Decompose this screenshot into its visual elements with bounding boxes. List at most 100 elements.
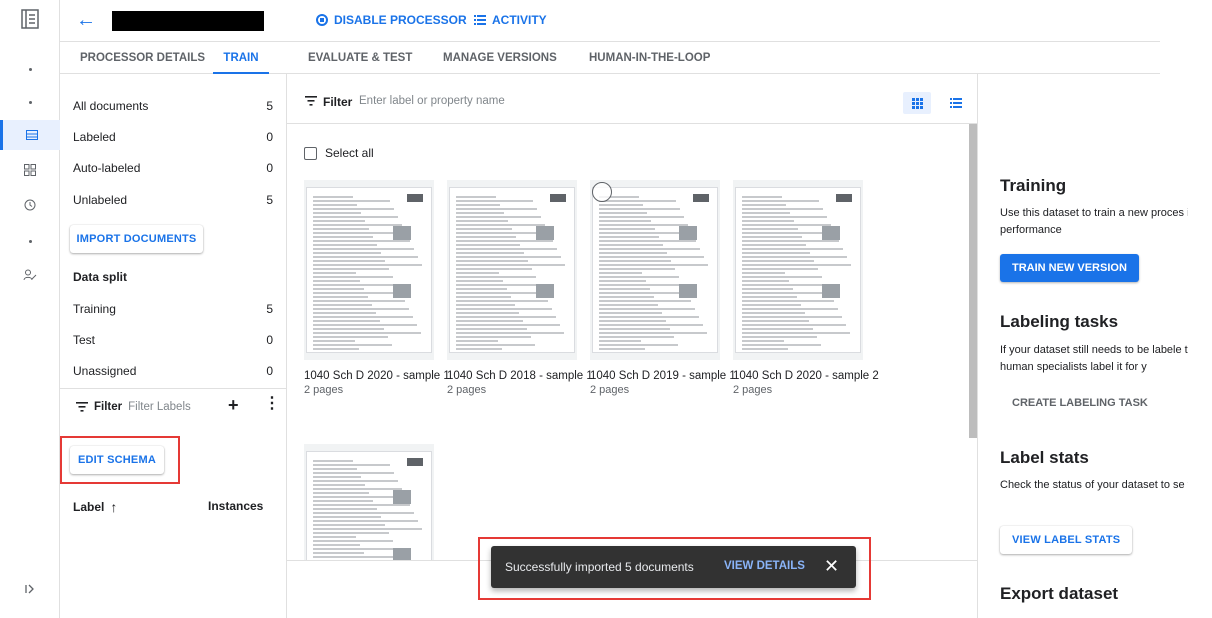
nav-dot-icon[interactable] — [0, 54, 60, 84]
add-label-icon[interactable]: + — [228, 395, 239, 416]
create-labeling-task-button[interactable]: CREATE LABELING TASK — [1000, 389, 1160, 417]
list-view-icon — [950, 98, 962, 108]
document-card[interactable]: 1040 Sch D 2020 - sample 1 2 pages — [304, 180, 450, 396]
tab-manage-versions[interactable]: MANAGE VERSIONS — [443, 42, 557, 74]
split-label: Unassigned — [73, 364, 137, 378]
document-thumbnail[interactable] — [304, 444, 434, 560]
tab-evaluate-test[interactable]: EVALUATE & TEST — [308, 42, 412, 74]
filter-label: Unlabeled — [73, 193, 128, 207]
filter-label: Filter — [94, 401, 123, 413]
document-card[interactable]: 1040 Sch D 2018 - sample 1 2 pages — [447, 180, 593, 396]
filter-label: Labeled — [73, 130, 116, 144]
tax-form-preview — [592, 187, 718, 353]
split-label: Training — [73, 302, 116, 316]
document-filter-bar: Filter — [287, 74, 977, 124]
select-all-row[interactable]: Select all — [304, 146, 374, 160]
document-filter-input[interactable] — [359, 90, 659, 112]
filter-icon — [305, 96, 317, 106]
document-card[interactable] — [304, 444, 436, 560]
nav-grid-icon[interactable] — [0, 155, 60, 185]
document-name: 1040 Sch D 2020 - sample 1 — [304, 370, 450, 382]
document-card[interactable]: 1040 Sch D 2020 - sample 2 2 pages — [733, 180, 879, 396]
filter-unlabeled[interactable]: Unlabeled 5 — [73, 190, 273, 210]
data-split-title: Data split — [73, 267, 273, 287]
expand-rail-icon[interactable] — [0, 574, 60, 604]
filter-labeled[interactable]: Labeled 0 — [73, 127, 273, 147]
document-name: 1040 Sch D 2018 - sample 1 — [447, 370, 593, 382]
snackbar-message: Successfully imported 5 documents — [505, 560, 694, 574]
redacted-processor-name — [112, 11, 264, 31]
filter-count: 0 — [266, 130, 273, 144]
view-label-stats-button[interactable]: VIEW LABEL STATS — [1000, 526, 1133, 554]
more-vert-icon[interactable]: ⋮ — [264, 396, 280, 412]
filter-label: All documents — [73, 99, 149, 113]
document-thumbnail[interactable] — [447, 180, 577, 360]
filter-label: Filter — [323, 95, 353, 109]
document-name: 1040 Sch D 2020 - sample 2 — [733, 370, 879, 382]
split-count: 5 — [266, 302, 273, 316]
training-description: Use this dataset to train a new proces i… — [1000, 207, 1188, 236]
document-pages: 2 pages — [590, 384, 630, 396]
split-unassigned[interactable]: Unassigned 0 — [73, 361, 273, 381]
export-dataset-heading: Export dataset — [1000, 584, 1119, 603]
actions-panel: Training Use this dataset to train a new… — [977, 74, 1188, 618]
label-filter-row: Filter Filter Labels + ⋮ — [76, 395, 280, 415]
document-pages: 2 pages — [304, 384, 344, 396]
select-circle-icon[interactable] — [592, 182, 612, 202]
label-filter-input[interactable]: Filter Labels — [128, 401, 191, 413]
close-icon[interactable]: ✕ — [824, 556, 839, 576]
document-pages: 2 pages — [447, 384, 487, 396]
list-view-toggle[interactable] — [942, 92, 970, 114]
tab-processor-details[interactable]: PROCESSOR DETAILS — [80, 42, 205, 74]
select-all-checkbox[interactable] — [304, 146, 317, 160]
tax-form-preview — [735, 187, 861, 353]
filter-count: 0 — [266, 161, 273, 175]
edit-schema-button[interactable]: EDIT SCHEMA — [70, 446, 164, 474]
tab-human-in-the-loop[interactable]: HUMAN-IN-THE-LOOP — [589, 42, 710, 74]
grid-scrollbar-thumb[interactable] — [969, 124, 977, 438]
nav-processors-icon[interactable] — [0, 120, 60, 150]
nav-dot-icon[interactable] — [0, 87, 60, 117]
view-details-button[interactable]: VIEW DETAILS — [724, 560, 805, 572]
document-thumbnail[interactable] — [304, 180, 434, 360]
nav-person-icon[interactable] — [0, 260, 60, 290]
grid-view-icon — [911, 97, 923, 109]
split-count: 0 — [266, 333, 273, 347]
grid-view-toggle[interactable] — [903, 92, 931, 114]
import-documents-button[interactable]: IMPORT DOCUMENTS — [70, 225, 203, 253]
filter-icon — [76, 402, 88, 412]
disable-icon — [316, 14, 328, 26]
tab-bar: PROCESSOR DETAILS TRAIN EVALUATE & TEST … — [60, 42, 1160, 74]
tax-form-preview — [306, 451, 432, 560]
nav-rail — [0, 0, 60, 618]
list-icon — [474, 15, 486, 25]
filter-count: 5 — [266, 193, 273, 207]
divider — [60, 388, 287, 389]
nav-dot-icon[interactable] — [0, 226, 60, 256]
document-card[interactable]: 1040 Sch D 2019 - sample 1 2 pages — [590, 180, 736, 396]
filter-count: 5 — [266, 99, 273, 113]
document-name: 1040 Sch D 2019 - sample 1 — [590, 370, 736, 382]
filter-auto-labeled[interactable]: Auto-labeled 0 — [73, 158, 273, 178]
document-thumbnail[interactable] — [733, 180, 863, 360]
filter-all-documents[interactable]: All documents 5 — [73, 96, 273, 116]
tax-form-preview — [449, 187, 575, 353]
disable-processor-button[interactable]: DISABLE PROCESSOR — [316, 13, 467, 27]
nav-history-icon[interactable] — [0, 190, 60, 220]
tax-form-preview — [306, 187, 432, 353]
filter-label: Auto-labeled — [73, 161, 141, 175]
label-column-header[interactable]: Label ↑ — [73, 499, 117, 515]
split-training[interactable]: Training 5 — [73, 299, 273, 319]
document-grid: Select all 1040 Sch D 2020 - sample 1 2 … — [287, 124, 967, 560]
sort-up-icon: ↑ — [110, 499, 118, 515]
activity-button[interactable]: ACTIVITY — [474, 13, 547, 27]
tab-train[interactable]: TRAIN — [213, 42, 269, 74]
back-arrow-icon[interactable]: ← — [76, 8, 96, 32]
data-split-heading: Data split — [73, 270, 128, 284]
split-test[interactable]: Test 0 — [73, 330, 273, 350]
select-all-label: Select all — [325, 146, 374, 160]
train-new-version-button[interactable]: TRAIN NEW VERSION — [1000, 254, 1139, 282]
labeling-tasks-heading: Labeling tasks — [1000, 312, 1119, 331]
app-logo-icon[interactable] — [0, 4, 60, 34]
document-thumbnail[interactable] — [590, 180, 720, 360]
